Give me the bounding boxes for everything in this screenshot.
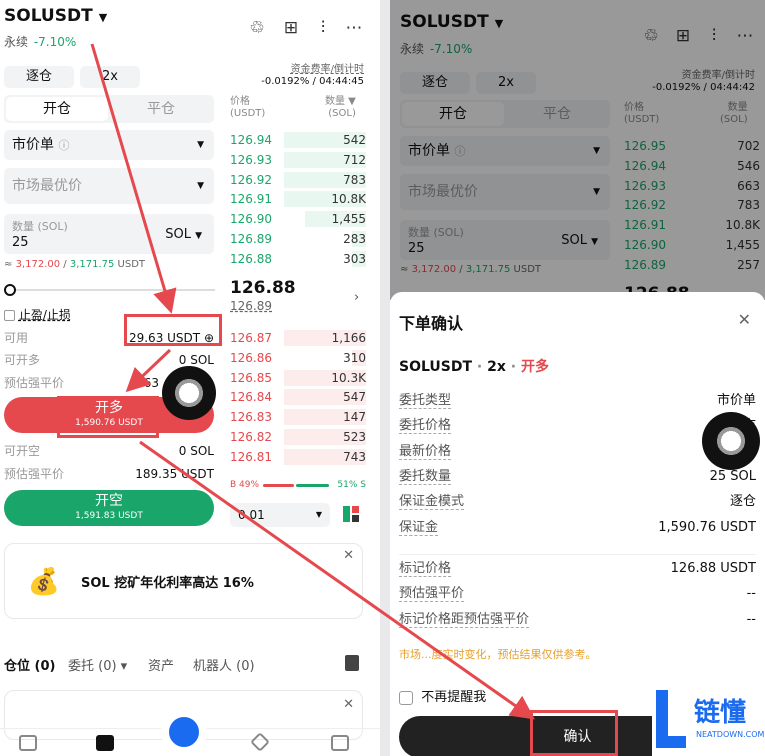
arrow-1 <box>90 43 177 314</box>
arrow-3 <box>139 440 535 720</box>
annotation-arrows <box>90 43 535 720</box>
arrow-2 <box>125 348 172 393</box>
